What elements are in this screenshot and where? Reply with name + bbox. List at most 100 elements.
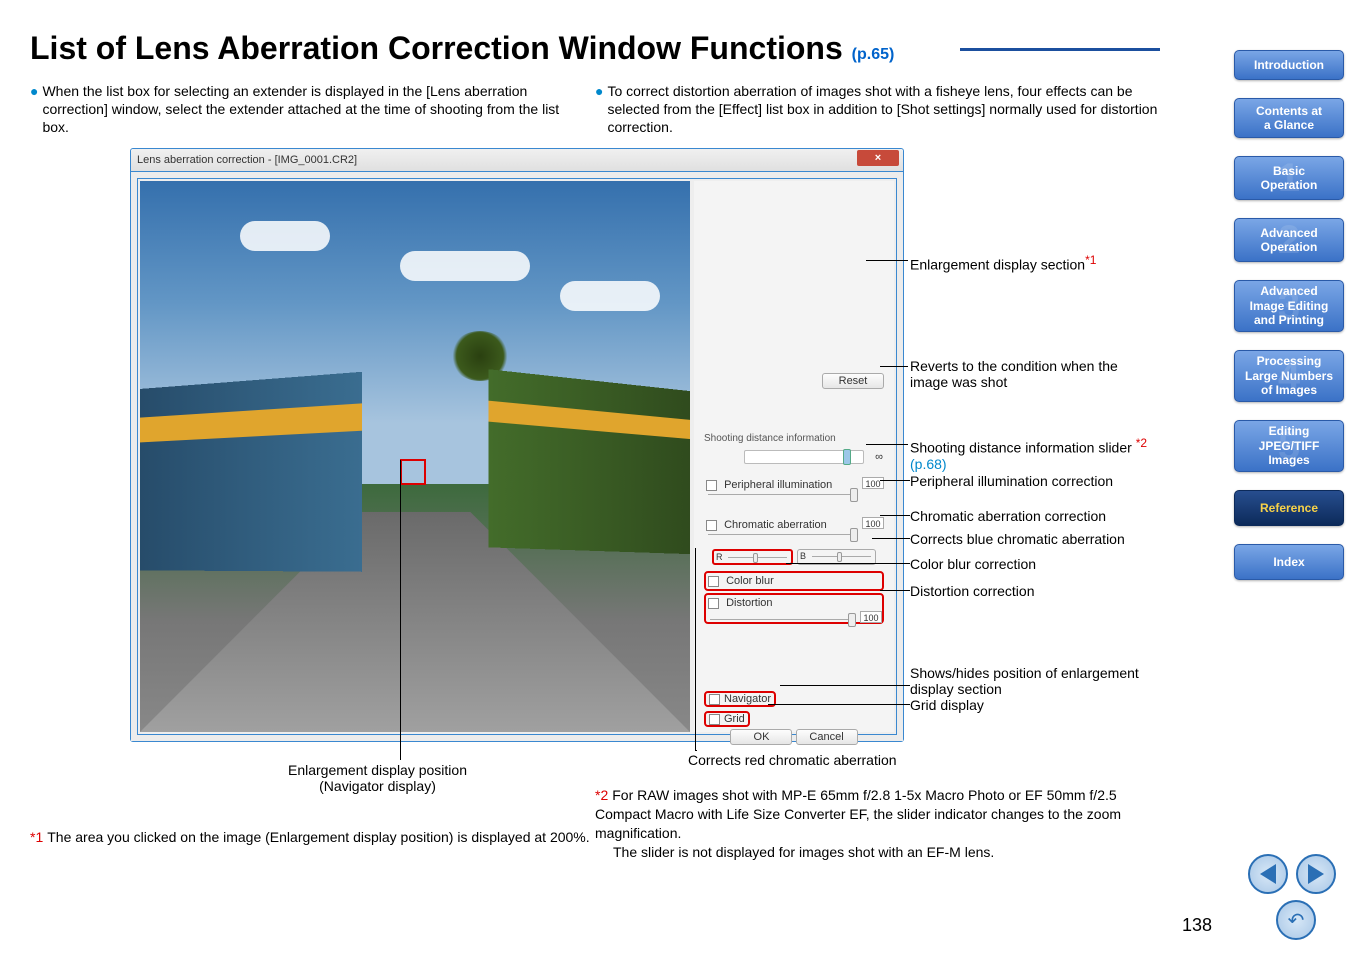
controls-panel: Reset Shooting distance information ∞ Pe… xyxy=(694,181,894,732)
leader-line xyxy=(780,685,910,686)
nav-label: Introduction xyxy=(1254,58,1324,72)
chromatic-checkbox[interactable] xyxy=(706,520,717,531)
navigator-row: Navigator xyxy=(704,691,776,707)
callout-text: Shooting distance information slider xyxy=(910,440,1132,456)
b-label: B xyxy=(800,551,806,561)
lens-aberration-window: Lens aberration correction - [IMG_0001.C… xyxy=(130,148,904,742)
bullet-dot-icon: ● xyxy=(30,82,38,100)
callout-text: Chromatic aberration correction xyxy=(910,508,1106,524)
nav-label: Advanced xyxy=(1260,284,1317,298)
infinity-icon: ∞ xyxy=(875,451,883,463)
ok-button[interactable]: OK xyxy=(730,729,792,745)
leader-line xyxy=(880,515,910,516)
reset-button[interactable]: Reset xyxy=(822,373,884,389)
nav-label: Operation xyxy=(1261,178,1318,192)
callout-navigator: Shows/hides position of enlargement disp… xyxy=(910,665,1150,697)
leader-line xyxy=(866,444,908,445)
intro-bullet-2-text: To correct distortion aberration of imag… xyxy=(607,82,1165,137)
nav-label: Basic xyxy=(1273,164,1305,178)
leader-line xyxy=(880,480,910,481)
r-thumb[interactable] xyxy=(753,553,758,563)
b-thumb[interactable] xyxy=(837,552,842,562)
distortion-slider[interactable] xyxy=(710,619,854,620)
nav-label: Large Numbers xyxy=(1245,369,1333,383)
navigator-checkbox[interactable] xyxy=(709,694,720,705)
leader-line xyxy=(768,704,910,705)
footnote-2-star: *2 xyxy=(595,787,608,803)
intro-bullet-2: ● To correct distortion aberration of im… xyxy=(595,82,1165,137)
nav-index[interactable]: Index xyxy=(1234,544,1344,580)
peripheral-slider[interactable] xyxy=(708,494,856,495)
prev-page-button[interactable] xyxy=(1248,854,1288,894)
close-icon: × xyxy=(875,153,881,164)
callout-text: Shows/hides position of enlargement disp… xyxy=(910,665,1139,697)
color-blur-row: Color blur xyxy=(704,571,884,591)
callout-reverts: Reverts to the condition when the image … xyxy=(910,358,1150,390)
b-track xyxy=(812,556,871,557)
callout-red-chrom: Corrects red chromatic aberration xyxy=(688,752,897,768)
chromatic-value[interactable]: 100 xyxy=(862,517,884,529)
footnote-1: *1The area you clicked on the image (Enl… xyxy=(30,828,590,847)
nav-label: Image Editing xyxy=(1250,299,1329,313)
callout-nav-position: Enlargement display position (Navigator … xyxy=(288,762,467,794)
callout-colorblur: Color blur correction xyxy=(910,556,1036,572)
return-button[interactable]: ↶ xyxy=(1276,900,1316,940)
next-page-button[interactable] xyxy=(1296,854,1336,894)
superscript-1: *1 xyxy=(1085,253,1096,267)
preview-band xyxy=(140,403,362,442)
peripheral-illumination-row: Peripheral illumination 100 xyxy=(704,477,884,497)
nav-label: JPEG/TIFF xyxy=(1259,439,1320,453)
nav-label: and Printing xyxy=(1254,313,1324,327)
chromatic-label: Chromatic aberration xyxy=(724,519,827,531)
distortion-row: Distortion 100 xyxy=(704,593,884,624)
callout-text: Color blur correction xyxy=(910,556,1036,572)
nav-basic-operation[interactable]: 1BasicOperation xyxy=(1234,156,1344,200)
colorblur-label: Color blur xyxy=(726,575,774,587)
nav-introduction[interactable]: Introduction xyxy=(1234,50,1344,80)
distortion-label: Distortion xyxy=(726,597,772,609)
sdi-page-ref[interactable]: (p.68) xyxy=(910,456,947,472)
title-page-ref[interactable]: (p.65) xyxy=(852,46,895,63)
callout-text: Peripheral illumination correction xyxy=(910,473,1113,489)
r-sub-slider[interactable]: R xyxy=(712,549,793,565)
navigator-label: Navigator xyxy=(724,693,771,705)
grid-checkbox[interactable] xyxy=(709,714,720,725)
callout-peripheral: Peripheral illumination correction xyxy=(910,473,1113,489)
nav-editing-jpeg[interactable]: 5EditingJPEG/TIFFImages xyxy=(1234,420,1344,472)
callout-text: Enlargement display position xyxy=(288,762,467,778)
peripheral-value[interactable]: 100 xyxy=(862,477,884,489)
nav-label: Reference xyxy=(1260,501,1318,515)
nav-contents[interactable]: Contents ata Glance xyxy=(1234,98,1344,138)
intro-bullet-1-text: When the list box for selecting an exten… xyxy=(42,82,570,137)
callout-chromatic: Chromatic aberration correction xyxy=(910,508,1106,524)
leader-line xyxy=(866,260,908,261)
peripheral-checkbox[interactable] xyxy=(706,480,717,491)
distortion-checkbox[interactable] xyxy=(708,598,719,609)
leader-line-vertical xyxy=(400,460,401,760)
sdi-thumb[interactable] xyxy=(843,449,851,465)
colorblur-checkbox[interactable] xyxy=(708,576,719,587)
page-title: List of Lens Aberration Correction Windo… xyxy=(30,30,894,67)
window-inner-frame: Reset Shooting distance information ∞ Pe… xyxy=(137,178,897,735)
callout-text-2: (Navigator display) xyxy=(288,778,467,794)
rb-row: R B xyxy=(704,547,884,567)
window-close-button[interactable]: × xyxy=(857,150,899,166)
peripheral-label: Peripheral illumination xyxy=(724,479,832,491)
nav-label: Contents at xyxy=(1256,104,1322,118)
cancel-button[interactable]: Cancel xyxy=(796,729,858,745)
callout-text: Grid display xyxy=(910,697,984,713)
preview-image[interactable] xyxy=(140,181,690,732)
sdi-slider[interactable]: ∞ xyxy=(744,450,864,464)
callout-grid: Grid display xyxy=(910,697,984,713)
ok-cancel-row: OK Cancel xyxy=(694,729,894,745)
intro-bullet-1: ● When the list box for selecting an ext… xyxy=(30,82,570,137)
nav-processing-large[interactable]: 4ProcessingLarge Numbersof Images xyxy=(1234,350,1344,402)
enlargement-target-marker[interactable] xyxy=(400,459,426,485)
distortion-value[interactable]: 100 xyxy=(860,611,882,623)
nav-advanced-image-editing[interactable]: 3AdvancedImage Editingand Printing xyxy=(1234,280,1344,332)
nav-advanced-operation[interactable]: 2AdvancedOperation xyxy=(1234,218,1344,262)
chromatic-slider[interactable] xyxy=(708,534,856,535)
preview-band xyxy=(489,401,690,440)
callout-text: Distortion correction xyxy=(910,583,1035,599)
nav-reference[interactable]: Reference xyxy=(1234,490,1344,526)
